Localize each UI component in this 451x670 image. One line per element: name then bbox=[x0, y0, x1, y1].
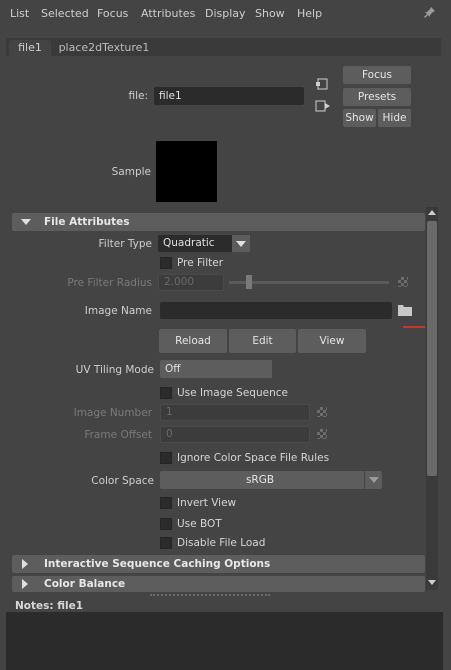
tab-place2dtexture1-label: place2dTexture1 bbox=[58, 41, 150, 54]
uv-tiling-mode-value: Off bbox=[165, 363, 181, 375]
frame-offset-label: Frame Offset bbox=[84, 429, 152, 441]
uv-tiling-mode-label: UV Tiling Mode bbox=[75, 364, 154, 376]
show-button[interactable]: Show bbox=[343, 109, 376, 127]
file-attributes-title: File Attributes bbox=[44, 216, 130, 228]
sample-swatch[interactable] bbox=[156, 141, 217, 202]
use-image-sequence-checkbox[interactable] bbox=[160, 387, 172, 399]
sample-label: Sample bbox=[111, 166, 151, 178]
use-image-sequence-label: Use Image Sequence bbox=[177, 387, 288, 399]
menu-list[interactable]: List bbox=[10, 7, 29, 20]
image-number-label: Image Number bbox=[73, 407, 152, 419]
color-space-label: Color Space bbox=[91, 475, 154, 487]
chevron-down-icon bbox=[236, 241, 246, 247]
use-bot-label: Use BOT bbox=[177, 518, 222, 530]
scrollbar-track[interactable] bbox=[426, 207, 438, 590]
pre-filter-checkbox[interactable] bbox=[160, 257, 172, 269]
presets-button[interactable]: Presets bbox=[343, 88, 411, 106]
file-attributes-header[interactable]: File Attributes bbox=[12, 213, 425, 231]
pin-icon[interactable] bbox=[424, 6, 436, 18]
image-name-field[interactable] bbox=[160, 302, 392, 319]
color-space-select[interactable]: sRGB bbox=[160, 471, 382, 489]
expand-arrow-icon bbox=[22, 579, 28, 589]
reload-button[interactable]: Reload bbox=[159, 329, 227, 353]
scrollbar-up-arrow[interactable] bbox=[428, 210, 436, 215]
filter-type-select[interactable]: Quadratic bbox=[158, 235, 250, 252]
menu-help[interactable]: Help bbox=[297, 7, 322, 20]
scrollbar-down-arrow[interactable] bbox=[428, 580, 436, 585]
use-bot-checkbox[interactable] bbox=[160, 518, 172, 530]
disable-file-load-checkbox[interactable] bbox=[160, 537, 172, 549]
color-balance-title: Color Balance bbox=[44, 578, 126, 590]
menu-selected[interactable]: Selected bbox=[41, 7, 89, 20]
ignore-color-space-rules-label: Ignore Color Space File Rules bbox=[177, 452, 330, 464]
image-name-underline bbox=[403, 326, 425, 328]
pre-filter-radius-label: Pre Filter Radius bbox=[67, 277, 152, 289]
image-number-map-icon[interactable] bbox=[317, 407, 327, 417]
menu-attributes[interactable]: Attributes bbox=[141, 7, 195, 20]
filter-type-value: Quadratic bbox=[163, 237, 215, 249]
ignore-color-space-rules-checkbox[interactable] bbox=[160, 452, 172, 464]
disable-file-load-label: Disable File Load bbox=[177, 537, 266, 549]
notes-header: Notes: file1 bbox=[15, 600, 83, 612]
collapse-arrow-icon bbox=[21, 219, 31, 225]
focus-button[interactable]: Focus bbox=[343, 66, 411, 84]
tab-place2dtexture1[interactable]: place2dTexture1 bbox=[54, 40, 154, 56]
expand-arrow-icon bbox=[22, 559, 28, 569]
view-button[interactable]: View bbox=[298, 329, 366, 353]
interactive-sequence-caching-header[interactable]: Interactive Sequence Caching Options bbox=[12, 555, 425, 573]
color-balance-header[interactable]: Color Balance bbox=[12, 576, 425, 592]
notes-node-name: file1 bbox=[57, 600, 84, 612]
folder-icon[interactable] bbox=[397, 303, 413, 317]
node-name-label: file: bbox=[128, 90, 148, 102]
invert-view-label: Invert View bbox=[177, 497, 237, 509]
notes-textarea[interactable] bbox=[6, 612, 443, 670]
splitter-handle[interactable] bbox=[150, 594, 270, 596]
frame-offset-field[interactable]: 0 bbox=[160, 426, 310, 443]
tab-file1-label: file1 bbox=[18, 41, 42, 54]
input-connection-icon[interactable] bbox=[315, 77, 329, 91]
uv-tiling-mode-select[interactable]: Off bbox=[160, 360, 276, 378]
invert-view-checkbox[interactable] bbox=[160, 497, 172, 509]
color-space-dropdown-button[interactable] bbox=[364, 471, 382, 489]
menu-bar: List Selected Focus Attributes Display S… bbox=[0, 0, 451, 26]
output-connection-icon[interactable] bbox=[315, 99, 331, 113]
chevron-down-icon bbox=[369, 477, 379, 483]
filter-type-label: Filter Type bbox=[98, 238, 152, 250]
pre-filter-radius-slider-track[interactable] bbox=[229, 281, 389, 284]
hide-button[interactable]: Hide bbox=[378, 109, 411, 127]
menu-focus[interactable]: Focus bbox=[97, 7, 128, 20]
uv-tiling-divider bbox=[272, 360, 276, 378]
scrollbar-thumb[interactable] bbox=[427, 221, 437, 476]
image-name-label: Image Name bbox=[84, 305, 152, 317]
tab-file1[interactable]: file1 bbox=[9, 40, 51, 56]
filter-type-dropdown-button[interactable] bbox=[232, 235, 250, 252]
pre-filter-radius-field[interactable]: 2.000 bbox=[158, 274, 224, 291]
frame-offset-map-icon[interactable] bbox=[317, 429, 327, 439]
menu-display[interactable]: Display bbox=[205, 7, 246, 20]
interactive-sequence-caching-title: Interactive Sequence Caching Options bbox=[44, 558, 271, 570]
image-number-field[interactable]: 1 bbox=[160, 404, 310, 421]
edit-button[interactable]: Edit bbox=[229, 329, 296, 353]
pre-filter-radius-slider-handle[interactable] bbox=[246, 275, 252, 289]
map-button-icon[interactable] bbox=[398, 277, 408, 287]
node-name-field[interactable]: file1 bbox=[154, 87, 304, 105]
menu-show[interactable]: Show bbox=[255, 7, 285, 20]
pre-filter-label: Pre Filter bbox=[177, 257, 224, 269]
color-space-value: sRGB bbox=[245, 474, 275, 486]
notes-label: Notes: bbox=[15, 600, 54, 612]
